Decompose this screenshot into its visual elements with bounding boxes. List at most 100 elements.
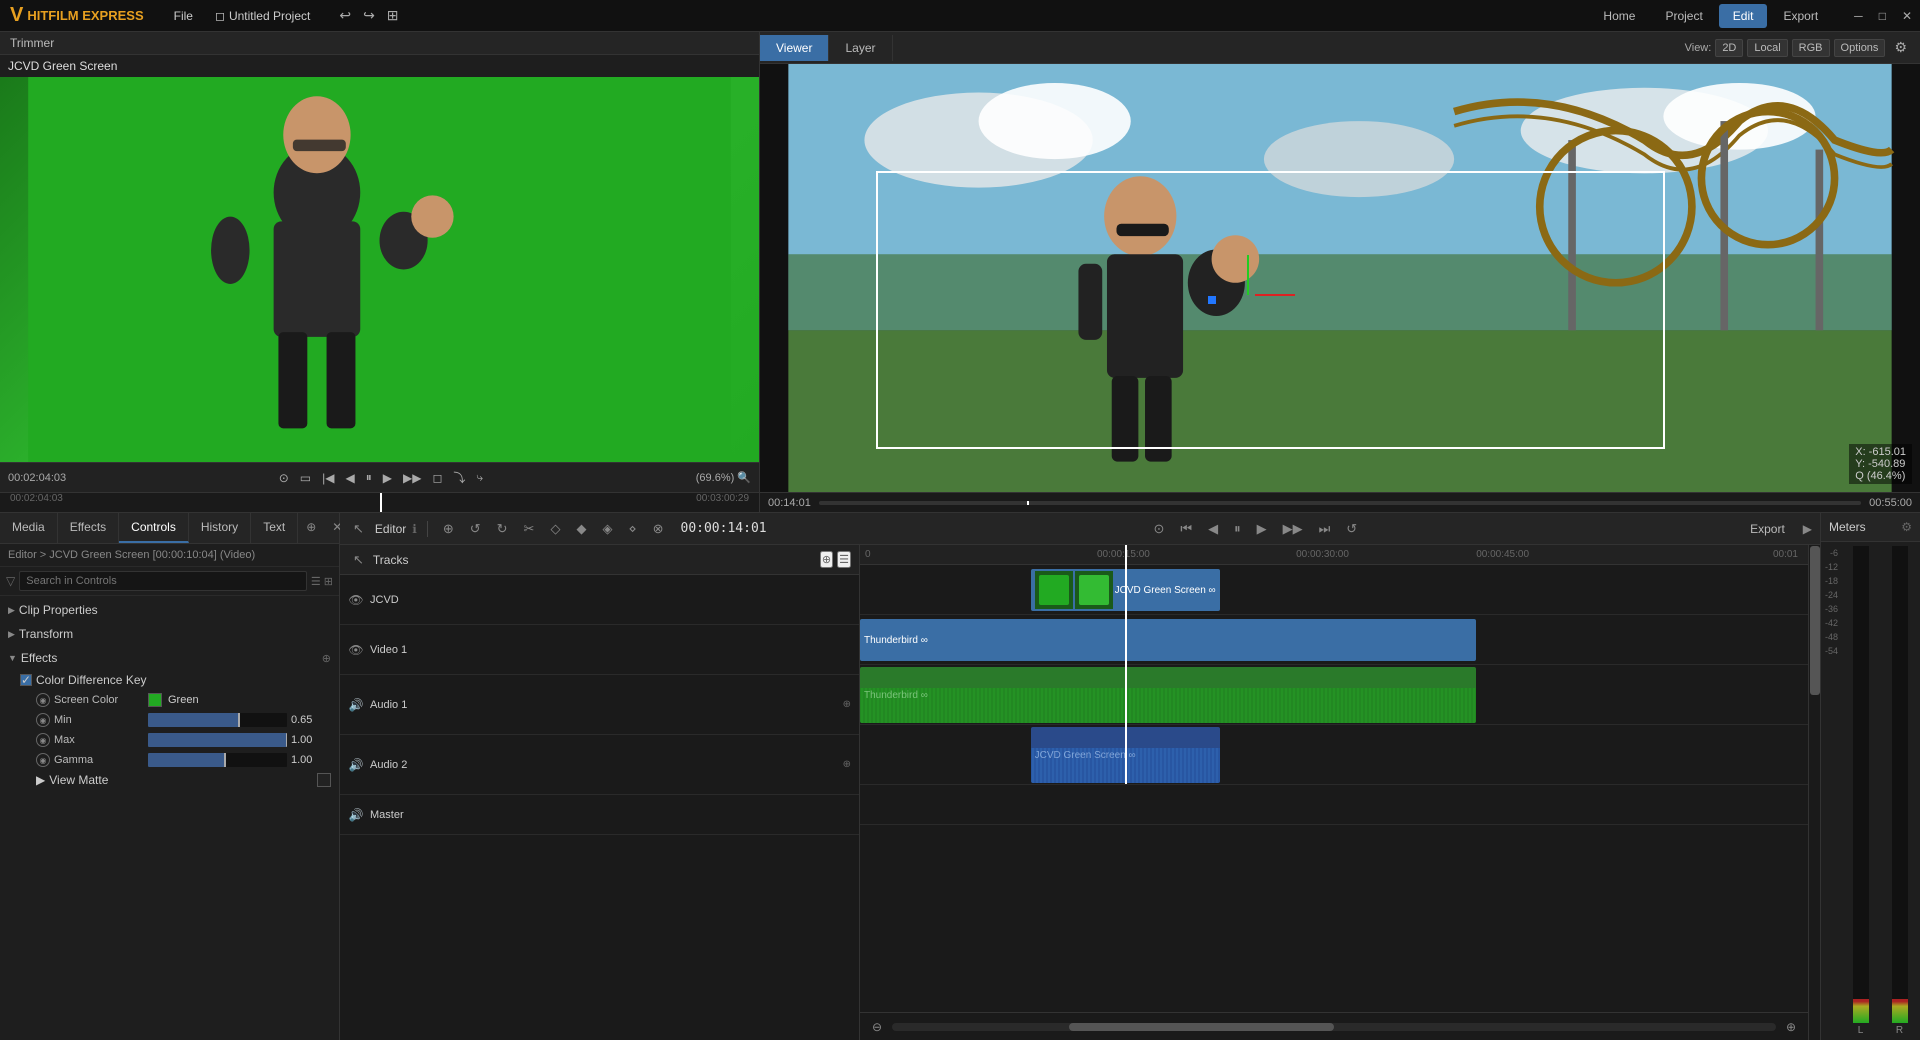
nav-project[interactable]: Project	[1651, 4, 1716, 28]
scrollbar-thumb[interactable]	[1069, 1023, 1334, 1031]
close-button[interactable]: ✕	[1894, 5, 1920, 27]
tab-controls[interactable]: Controls	[119, 513, 189, 543]
zoom-out-button[interactable]: ⊖	[868, 1018, 886, 1036]
transport-play[interactable]: ▶	[379, 467, 396, 488]
v-scrollbar-thumb[interactable]	[1810, 546, 1820, 695]
audio2-speaker-icon[interactable]: 🔊	[348, 758, 364, 772]
tab-viewer[interactable]: Viewer	[760, 35, 829, 61]
transport-play-stop[interactable]: ⏸	[362, 467, 376, 488]
tab-layer[interactable]: Layer	[829, 35, 892, 61]
search-controls-input[interactable]	[19, 571, 307, 591]
editor-marker-icon[interactable]: ◈	[597, 518, 617, 540]
editor-speed-icon[interactable]: ◆	[571, 518, 591, 540]
audio2-mute-icon[interactable]: ⊕	[843, 759, 851, 770]
maximize-button[interactable]: □	[1871, 5, 1894, 27]
max-keyframe-icon[interactable]: ◉	[36, 733, 50, 747]
editor-ripple-icon[interactable]: ↺	[465, 518, 486, 540]
color-space-button[interactable]: Local	[1747, 39, 1787, 57]
timeline-scrollbar-h[interactable]	[892, 1023, 1776, 1031]
time-ruler: 0 00:00:15:00 00:00:30:00 00:00:45:00 00…	[860, 545, 1808, 565]
gamma-slider[interactable]	[148, 753, 287, 767]
editor-to-out[interactable]: ⏭	[1314, 518, 1336, 540]
nav-home[interactable]: Home	[1589, 4, 1649, 28]
view-matte-label: View Matte	[49, 773, 108, 787]
transport-mark-out[interactable]: ◻	[428, 467, 446, 488]
menu-project[interactable]: ◻ Untitled Project	[205, 5, 320, 27]
editor-loop-icon[interactable]: ↺	[1341, 518, 1362, 540]
transport-overwrite[interactable]: ⤷	[472, 467, 487, 488]
tab-effects[interactable]: Effects	[58, 513, 119, 543]
list-view-icon[interactable]: ☰	[311, 575, 321, 588]
gamma-slider-handle[interactable]	[224, 753, 226, 767]
menu-file[interactable]: File	[164, 5, 203, 27]
redo-button[interactable]: ↪	[358, 4, 380, 27]
tab-history[interactable]: History	[189, 513, 251, 543]
color-swatch-green[interactable]	[148, 693, 162, 707]
min-slider[interactable]	[148, 713, 287, 727]
tracks-add-button[interactable]: ⊕	[820, 551, 833, 568]
transport-mark-in[interactable]: ▭	[296, 467, 315, 488]
editor-zoom-icon[interactable]: ⊗	[648, 518, 669, 540]
clip-thunderbird-video[interactable]: Thunderbird ∞	[860, 619, 1476, 661]
channels-button[interactable]: RGB	[1792, 39, 1830, 57]
viewer-settings-button[interactable]: ⚙	[1889, 36, 1912, 59]
tab-media[interactable]: Media	[0, 513, 58, 543]
editor-play-fwd[interactable]: ▶▶	[1278, 518, 1308, 540]
view-mode-button[interactable]: 2D	[1715, 39, 1743, 57]
effects-section[interactable]: ▼ Effects ⊕	[0, 646, 339, 670]
editor-vol-icon[interactable]: ⋄	[623, 518, 641, 540]
editor-to-in[interactable]: ⏮	[1175, 518, 1197, 540]
meters-settings-icon[interactable]: ⚙	[1901, 520, 1912, 534]
viewer-time-start: 00:14:01	[768, 497, 811, 509]
editor-play-pause[interactable]: ⏸	[1229, 518, 1246, 540]
effect-enabled-checkbox[interactable]: ✓	[20, 674, 32, 686]
transport-step-fwd[interactable]: ▶▶	[399, 467, 425, 488]
options-button[interactable]: Options	[1834, 39, 1886, 57]
tracks-list-button[interactable]: ☰	[837, 551, 851, 568]
screen-color-keyframe-icon[interactable]: ◉	[36, 693, 50, 707]
editor-transport-icon[interactable]: ⊙	[1148, 518, 1169, 540]
transport-to-start[interactable]: ⊙	[275, 467, 293, 488]
timeline-scrollbar-v[interactable]	[1808, 545, 1820, 1040]
zoom-in-button[interactable]: ⊕	[1782, 1018, 1800, 1036]
editor-slice-icon[interactable]: ✂	[519, 518, 540, 540]
max-slider-handle[interactable]	[286, 733, 287, 747]
max-slider[interactable]	[148, 733, 287, 747]
scale-neg6: -6	[1825, 548, 1838, 558]
grid-button[interactable]: ⊞	[382, 4, 404, 27]
audio1-speaker-icon[interactable]: 🔊	[348, 698, 364, 712]
editor-rate-icon[interactable]: ◇	[545, 518, 565, 540]
jcvd-vis-icon[interactable]: 👁	[348, 593, 364, 607]
min-slider-handle[interactable]	[238, 713, 240, 727]
transform-section[interactable]: ▶ Transform	[0, 622, 339, 646]
editor-arrow-tool[interactable]: ↖	[348, 518, 369, 540]
scale-neg36: -36	[1825, 604, 1838, 614]
transport-step-back[interactable]: ◀	[341, 467, 358, 488]
clip-properties-section[interactable]: ▶ Clip Properties	[0, 598, 339, 622]
minimize-button[interactable]: ─	[1846, 5, 1871, 27]
editor-sync-icon[interactable]: ↻	[492, 518, 513, 540]
effects-add-icon[interactable]: ⊕	[322, 652, 331, 665]
min-keyframe-icon[interactable]: ◉	[36, 713, 50, 727]
export-button[interactable]: Export	[1738, 518, 1797, 540]
tab-text[interactable]: Text	[251, 513, 298, 543]
master-speaker-icon[interactable]: 🔊	[348, 808, 364, 822]
gamma-keyframe-icon[interactable]: ◉	[36, 753, 50, 767]
transport-insert[interactable]: ⤵	[449, 467, 469, 488]
panel-settings-icon[interactable]: ⊕	[298, 513, 324, 543]
editor-play[interactable]: ▶	[1252, 518, 1272, 540]
view-matte-checkbox[interactable]	[317, 773, 331, 787]
nav-edit[interactable]: Edit	[1719, 4, 1768, 28]
grid-view-icon[interactable]: ⊞	[324, 575, 333, 588]
audio1-mute-icon[interactable]: ⊕	[843, 699, 851, 710]
timeline-playhead[interactable]	[1125, 545, 1127, 784]
track-row-audio1: Thunderbird ∞	[860, 665, 1808, 725]
tracks-add-icon[interactable]: ↖	[348, 549, 369, 571]
transport-prev[interactable]: |◀	[318, 467, 338, 488]
clip-thunderbird-audio[interactable]: Thunderbird ∞	[860, 667, 1476, 723]
video1-vis-icon[interactable]: 👁	[348, 643, 364, 657]
editor-step-back[interactable]: ◀	[1203, 518, 1223, 540]
undo-button[interactable]: ↩	[334, 4, 356, 27]
editor-snap-icon[interactable]: ⊕	[438, 518, 459, 540]
nav-export[interactable]: Export	[1769, 4, 1832, 28]
